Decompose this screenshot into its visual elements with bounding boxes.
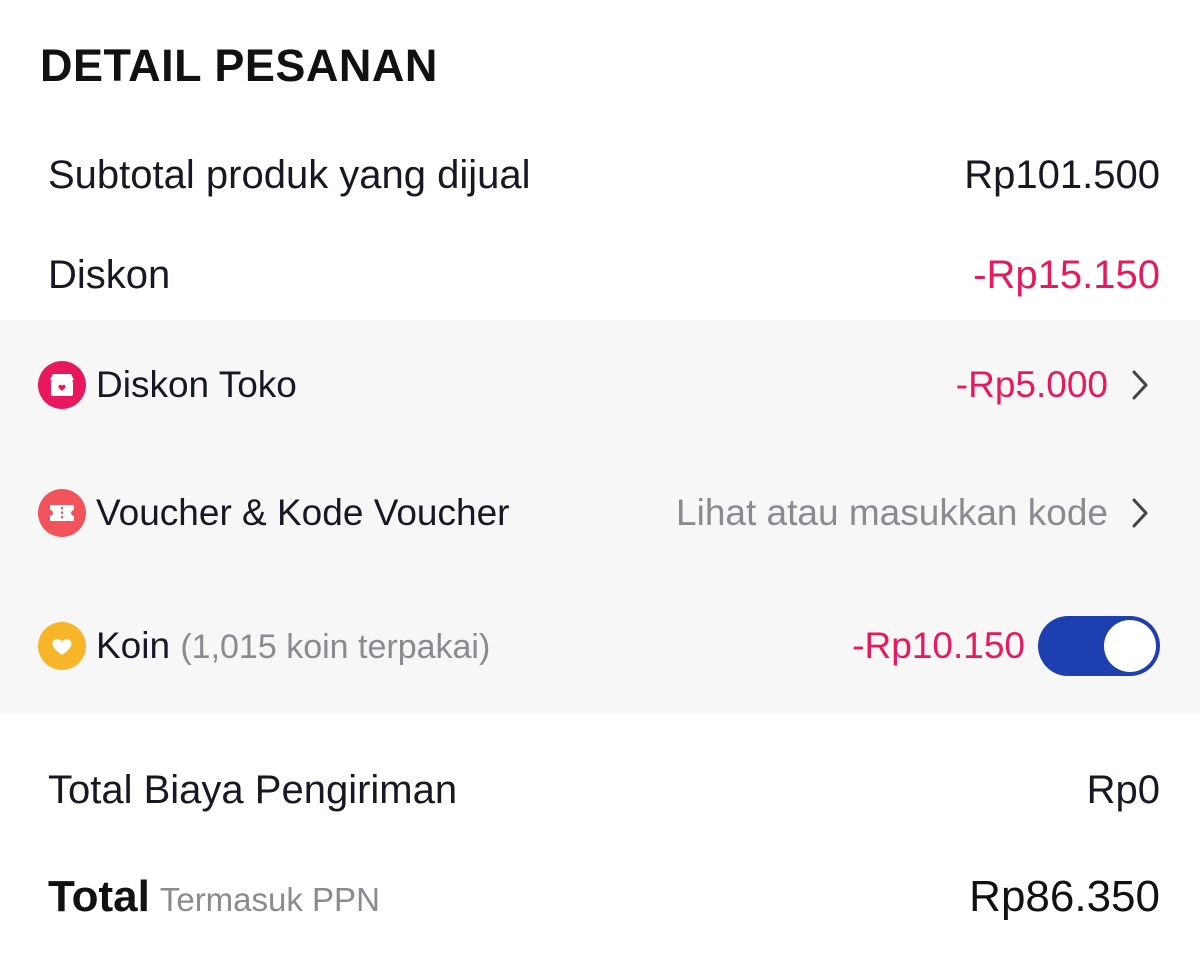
total-tax-note: Termasuk PPN: [159, 881, 380, 918]
subtotal-row: Subtotal produk yang dijual Rp101.500: [0, 145, 1200, 205]
page-title: DETAIL PESANAN: [40, 40, 438, 91]
discount-row: Diskon -Rp15.150: [0, 245, 1200, 305]
voucher-label: Voucher & Kode Voucher: [96, 492, 510, 533]
coins-used-note: (1,015 koin terpakai): [180, 628, 491, 666]
coins-label-text: Koin: [96, 625, 171, 666]
shipping-label: Total Biaya Pengiriman: [48, 767, 458, 812]
store-discount-label: Diskon Toko: [96, 364, 297, 405]
voucher-code-prompt[interactable]: Lihat atau masukkan kode: [676, 492, 1108, 534]
discount-label: Diskon: [48, 252, 171, 297]
coins-toggle[interactable]: [1038, 616, 1160, 676]
store-icon: [38, 361, 86, 409]
coin-icon: [38, 622, 86, 670]
store-discount-value: -Rp5.000: [955, 364, 1108, 405]
voucher-row[interactable]: Voucher & Kode Voucher Lihat atau masukk…: [0, 478, 1200, 548]
subtotal-label: Subtotal produk yang dijual: [48, 152, 531, 197]
total-value: Rp86.350: [969, 872, 1160, 921]
total-label: Total Termasuk PPN: [48, 872, 380, 922]
discount-value: -Rp15.150: [973, 252, 1160, 297]
store-discount-row[interactable]: Diskon Toko -Rp5.000: [0, 350, 1200, 420]
shipping-row: Total Biaya Pengiriman Rp0: [0, 760, 1200, 820]
toggle-knob: [1104, 620, 1156, 672]
chevron-right-icon[interactable]: [1120, 365, 1160, 405]
shipping-value: Rp0: [1086, 767, 1160, 812]
total-label-text: Total: [48, 872, 150, 921]
voucher-icon: [38, 489, 86, 537]
chevron-right-icon[interactable]: [1120, 493, 1160, 533]
coins-label: Koin (1,015 koin terpakai): [96, 625, 490, 667]
coins-value: -Rp10.150: [852, 625, 1025, 666]
total-row: Total Termasuk PPN Rp86.350: [0, 865, 1200, 929]
coins-row: Koin (1,015 koin terpakai) -Rp10.150: [0, 611, 1200, 681]
subtotal-value: Rp101.500: [964, 152, 1160, 197]
